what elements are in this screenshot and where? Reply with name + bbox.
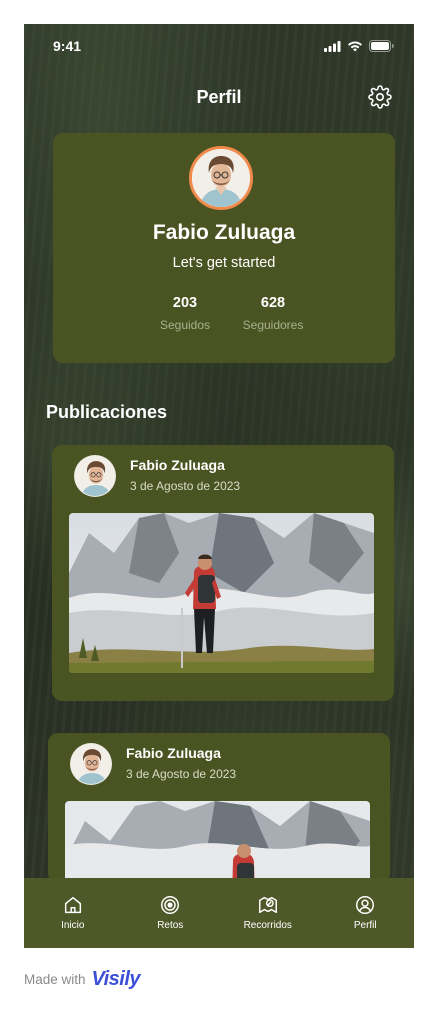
settings-button[interactable] xyxy=(368,85,392,109)
status-bar: 9:41 xyxy=(24,24,414,68)
tab-perfil-label: Perfil xyxy=(353,920,377,931)
tab-retos[interactable]: Retos xyxy=(130,894,210,931)
stat-following-value: 203 xyxy=(172,295,198,311)
post-author-avatar[interactable] xyxy=(74,455,116,497)
home-icon xyxy=(64,896,81,914)
avatar-portrait xyxy=(192,149,250,207)
signal-icon xyxy=(324,40,341,52)
wifi-icon xyxy=(348,41,362,51)
tab-recorridos-label: Recorridos xyxy=(243,920,292,931)
stat-followers-value: 628 xyxy=(260,295,286,311)
status-icons xyxy=(324,40,394,52)
post-author-avatar[interactable] xyxy=(70,743,112,785)
stat-followers-label: Seguidores xyxy=(242,318,304,332)
bottom-tab-bar: Inicio Retos Recorridos Perfil xyxy=(24,878,414,948)
made-with-badge[interactable]: Made with Visily xyxy=(24,968,141,991)
post-date: 3 de Agosto de 2023 xyxy=(126,767,237,781)
tab-inicio-label: Inicio xyxy=(61,920,85,931)
profile-card: Fabio Zuluaga Let's get started 203 Segu… xyxy=(53,133,395,363)
avatar-portrait xyxy=(71,744,111,784)
map-compass-icon xyxy=(258,896,277,914)
post-image[interactable] xyxy=(69,513,374,673)
stat-following-label: Seguidos xyxy=(159,318,211,332)
status-time: 9:41 xyxy=(53,38,82,54)
visily-logo: Visily xyxy=(91,968,141,990)
user-circle-icon xyxy=(356,896,375,914)
section-title-publications: Publicaciones xyxy=(46,402,168,422)
post-author-name[interactable]: Fabio Zuluaga xyxy=(130,457,225,473)
stat-following[interactable]: 203 Seguidos xyxy=(160,295,210,332)
tab-inicio[interactable]: Inicio xyxy=(33,894,113,931)
tab-retos-label: Retos xyxy=(157,920,184,931)
mountain-hiker-photo xyxy=(65,801,370,883)
post-card[interactable]: Fabio Zuluaga 3 de Agosto de 2023 xyxy=(52,445,394,701)
stat-followers[interactable]: 628 Seguidores xyxy=(243,295,304,332)
post-card[interactable]: Fabio Zuluaga 3 de Agosto de 2023 xyxy=(48,733,390,883)
gear-icon xyxy=(368,85,392,109)
profile-avatar[interactable] xyxy=(189,146,253,210)
made-with-text: Made with xyxy=(24,972,86,987)
battery-icon xyxy=(369,40,394,52)
tab-perfil[interactable]: Perfil xyxy=(325,894,405,931)
profile-name: Fabio Zuluaga xyxy=(152,221,296,244)
profile-tagline: Let's get started xyxy=(172,255,276,271)
post-image[interactable] xyxy=(65,801,370,883)
post-author-name[interactable]: Fabio Zuluaga xyxy=(126,745,221,761)
post-date: 3 de Agosto de 2023 xyxy=(130,479,241,493)
mountain-hiker-photo xyxy=(69,513,374,673)
phone-screen: 9:41 Perfil Fabio Zuluaga Let's get star… xyxy=(24,24,414,948)
avatar-portrait xyxy=(75,456,115,496)
target-icon xyxy=(161,896,180,914)
tab-recorridos[interactable]: Recorridos xyxy=(228,894,308,931)
page-title: Perfil xyxy=(196,87,242,107)
